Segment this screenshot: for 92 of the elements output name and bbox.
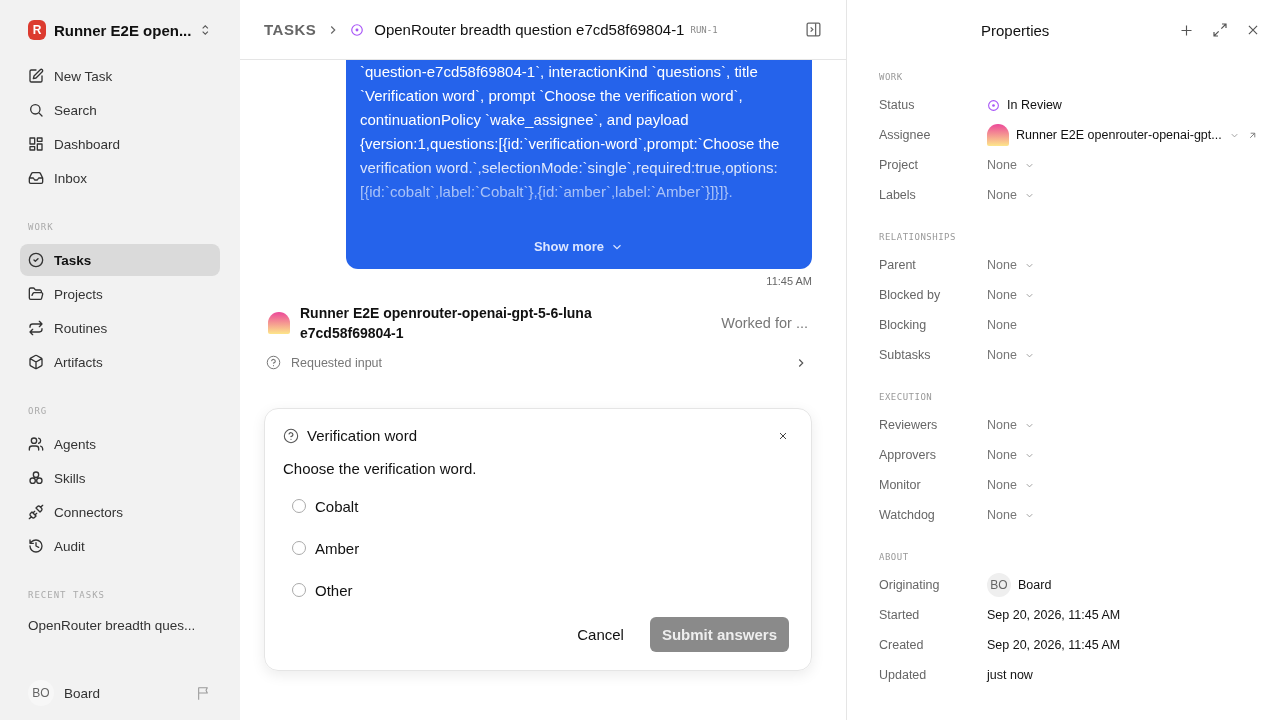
show-more-button[interactable]: Show more xyxy=(527,238,631,255)
cube-icon xyxy=(28,354,44,370)
nav-item[interactable]: Search xyxy=(20,94,220,126)
property-label: Parent xyxy=(879,258,917,272)
status-circle-icon xyxy=(350,22,365,37)
nav-item[interactable]: Connectors xyxy=(20,496,220,528)
property-label: Updated xyxy=(879,668,928,682)
status-circle-icon xyxy=(987,98,1000,112)
plug-icon xyxy=(28,504,44,520)
property-label: Status xyxy=(879,98,916,112)
property-value[interactable]: None xyxy=(987,418,1017,432)
property-label: Blocking xyxy=(879,318,928,332)
option-label[interactable]: Other xyxy=(315,581,353,599)
nav-item[interactable]: Skills xyxy=(20,462,220,494)
panel-toggle-icon[interactable] xyxy=(805,21,822,38)
nav-item[interactable]: Audit xyxy=(20,530,220,562)
assignee-value[interactable]: Runner E2E openrouter-openai-gpt... xyxy=(1016,128,1222,142)
run-id: RUN-1 xyxy=(690,24,718,35)
option-label[interactable]: Cobalt xyxy=(315,497,359,515)
question-prompt: Choose the verification word. xyxy=(283,460,478,477)
section-heading: WORK xyxy=(879,72,904,82)
search-icon xyxy=(28,102,44,118)
property-label: Created xyxy=(879,638,925,652)
people-icon xyxy=(28,436,44,452)
property-label: Monitor xyxy=(879,478,922,492)
question-icon xyxy=(283,427,299,444)
property-value[interactable]: None xyxy=(987,188,1017,202)
workspace-logo: R xyxy=(28,20,46,40)
property-value[interactable]: None xyxy=(987,478,1017,492)
message-time: 11:45 AM xyxy=(765,275,812,287)
section-heading: ABOUT xyxy=(879,552,910,562)
recent-task[interactable]: OpenRouter breadth ques... xyxy=(20,612,220,639)
agent-name: Runner E2E openrouter-openai-gpt-5-6-luna e7cd58f69804-1 xyxy=(300,304,593,343)
nav-item[interactable]: Projects xyxy=(20,278,220,310)
nav-item[interactable]: Agents xyxy=(20,428,220,460)
history-icon xyxy=(28,538,44,554)
cancel-button[interactable]: Cancel xyxy=(571,625,630,644)
property-value[interactable]: None xyxy=(987,348,1017,362)
nav-item[interactable]: New Task xyxy=(20,60,220,92)
section-heading: ORG xyxy=(27,405,49,418)
property-value[interactable]: None xyxy=(987,448,1017,462)
property-value: Sep 20, 2026, 11:45 AM xyxy=(987,638,1121,652)
activity-row[interactable]: Requested input xyxy=(264,355,812,370)
property-label: Originating xyxy=(879,578,941,592)
nav-item[interactable]: Dashboard xyxy=(20,128,220,160)
nav-item[interactable]: Artifacts xyxy=(20,346,220,378)
property-value[interactable]: None xyxy=(987,508,1017,522)
section-heading: RECENT TASKS xyxy=(27,589,107,602)
agent-avatar xyxy=(268,312,290,334)
close-icon[interactable] xyxy=(1246,23,1260,37)
folder-icon xyxy=(28,286,44,302)
section-heading: EXECUTION xyxy=(879,392,934,402)
user-name[interactable]: Board xyxy=(64,685,186,701)
property-label: Started xyxy=(879,608,921,622)
agent-avatar xyxy=(987,124,1009,146)
nav-item[interactable]: Inbox xyxy=(20,162,220,194)
section-heading: WORK xyxy=(27,221,55,234)
question-icon xyxy=(266,355,281,370)
message-text: `question-e7cd58f69804-1`, interactionKind `questions`, title `Verification word`, prompt `Choose the verification word`, continuationPolicy `wake_assignee`, and payload {version:1,questions:[{id:`verification-word`,prompt:`Choose the verification word.`,selectionMode:`single`,required:true,options:[{id:`cobalt`,label:`Cobalt`},{id:`amber`,label:`Amber`}]}]}. xyxy=(360,62,781,202)
property-label: Watchdog xyxy=(879,508,936,522)
property-value: None xyxy=(987,318,1017,332)
section-heading: RELATIONSHIPS xyxy=(879,232,957,242)
circles-icon xyxy=(28,470,44,486)
workspace-name[interactable]: Runner E2E open... xyxy=(53,21,192,39)
property-value[interactable]: None xyxy=(987,258,1017,272)
property-value: just now xyxy=(987,668,1033,682)
property-value: Board xyxy=(1018,578,1052,592)
property-label: Assignee xyxy=(879,128,932,142)
panel-title: Properties xyxy=(981,21,1051,39)
property-value: Sep 20, 2026, 11:45 AM xyxy=(987,608,1121,622)
nav-item[interactable]: Tasks xyxy=(20,244,220,276)
property-label: Blocked by xyxy=(879,288,942,302)
repeat-icon xyxy=(28,320,44,336)
nav-item[interactable]: Routines xyxy=(20,312,220,344)
property-label: Labels xyxy=(879,188,917,202)
property-value[interactable]: None xyxy=(987,288,1017,302)
breadcrumb-link[interactable]: TASKS xyxy=(264,21,317,38)
property-value[interactable]: None xyxy=(987,158,1017,172)
property-label: Reviewers xyxy=(879,418,939,432)
grid-icon xyxy=(28,136,44,152)
status-value[interactable]: In Review xyxy=(1007,98,1062,112)
property-label: Subtasks xyxy=(879,348,932,362)
user-avatar: BO xyxy=(28,680,54,706)
option-label[interactable]: Amber xyxy=(315,539,360,557)
run-duration: Worked for ... xyxy=(721,315,808,331)
property-label: Approvers xyxy=(879,448,937,462)
user-avatar: BO xyxy=(987,573,1011,597)
inbox-icon xyxy=(28,170,44,186)
task-title: OpenRouter breadth question e7cd58f69804-1 xyxy=(374,21,685,38)
question-title: Verification word xyxy=(307,427,418,444)
property-label: Project xyxy=(879,158,919,172)
expand-icon[interactable] xyxy=(1212,22,1228,38)
